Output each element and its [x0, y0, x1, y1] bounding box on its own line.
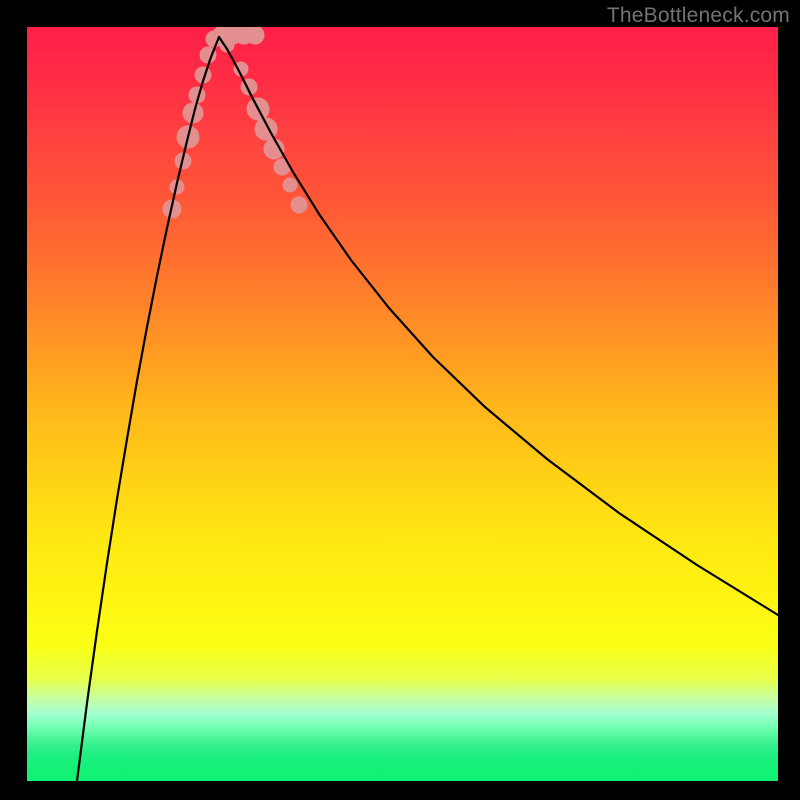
plot-area: [27, 27, 778, 781]
markers-group: [163, 27, 307, 218]
watermark-text: TheBottleneck.com: [607, 4, 790, 28]
curve-right: [219, 37, 778, 615]
chart-svg: [27, 27, 778, 781]
chart-frame: TheBottleneck.com: [0, 0, 800, 800]
curve-left: [77, 37, 219, 781]
data-marker: [246, 27, 264, 44]
data-marker: [291, 197, 307, 213]
data-marker: [283, 178, 297, 192]
